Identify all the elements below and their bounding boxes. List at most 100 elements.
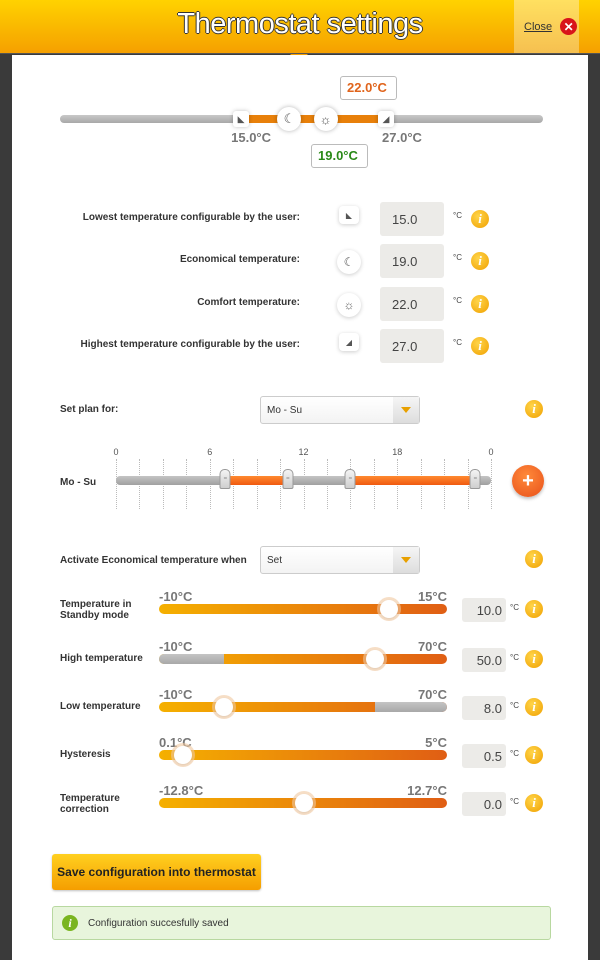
info-icon[interactable]: i — [471, 295, 489, 313]
info-icon[interactable]: i — [471, 337, 489, 355]
parameter-slider-track[interactable] — [159, 750, 447, 760]
hour-label: 0 — [488, 447, 494, 457]
sun-icon: ☼ — [319, 111, 332, 127]
close-x-icon[interactable]: ✕ — [560, 18, 578, 35]
lowest-temp-label: 15.0°C — [231, 130, 272, 145]
parameter-label: Temperature in Standby mode — [60, 599, 132, 621]
info-icon[interactable]: i — [525, 746, 543, 764]
unit-label: °C — [510, 749, 519, 758]
hour-label: 12 — [298, 447, 309, 457]
parameter-slider-track[interactable] — [159, 654, 447, 664]
comfort-period[interactable] — [225, 476, 288, 485]
info-icon[interactable]: i — [525, 600, 543, 618]
parameter-slider-thumb[interactable] — [173, 746, 192, 764]
moon-icon: ☾ — [283, 111, 296, 126]
comfort-temp-handle[interactable]: ☼ — [313, 107, 338, 131]
slider-max-label: 5°C — [425, 735, 447, 750]
unit-label: °C — [510, 603, 519, 612]
unit-label: °C — [453, 296, 462, 305]
unit-label: °C — [510, 797, 519, 806]
info-icon[interactable]: i — [525, 698, 543, 716]
parameter-slider-thumb[interactable] — [380, 600, 399, 618]
slider-min-label: -10°C — [159, 589, 193, 604]
schedule-timeline[interactable]: 0 6 12 18 0 = = = = — [113, 447, 494, 517]
add-period-button[interactable]: + — [512, 465, 544, 497]
status-text: Configuration succesfully saved — [88, 917, 229, 929]
dropdown-arrow-icon — [393, 397, 419, 423]
parameter-value-input[interactable]: 8.0 — [462, 696, 506, 720]
header: Thermostat settings Close ✕ — [0, 0, 600, 54]
parameter-label: Temperature correction — [60, 793, 120, 815]
highest-temp-handle[interactable]: ◢ — [378, 111, 395, 127]
highest-temp-row: Highest temperature configurable by the … — [12, 329, 588, 363]
period-handle[interactable]: = — [469, 469, 481, 489]
parameter-value-input[interactable]: 0.5 — [462, 744, 506, 768]
parameter-slider-track[interactable] — [159, 702, 447, 712]
period-handle[interactable]: = — [282, 469, 294, 489]
save-configuration-button[interactable]: Save configuration into thermostat — [52, 854, 261, 890]
info-icon[interactable]: i — [525, 400, 543, 418]
hour-label: 18 — [392, 447, 403, 457]
slider-max-label: 70°C — [417, 639, 447, 654]
economical-temp-input[interactable]: 19.0 — [380, 244, 444, 278]
eco-activation-select[interactable]: Set — [260, 546, 420, 574]
parameter-value-input[interactable]: 50.0 — [462, 648, 506, 672]
info-icon: i — [62, 915, 78, 931]
slider-max-label: 70°C — [417, 687, 447, 702]
slider-min-label: -12.8°C — [159, 783, 204, 798]
settings-panel: ◣ ☾ ☼ ◢ 15.0°C 27.0°C 22.0°C 19.0°C Lowe… — [12, 55, 588, 960]
eco-activation-value: Set — [267, 554, 283, 566]
inactive-range — [159, 654, 224, 664]
parameter-label: Low temperature — [60, 701, 141, 712]
inactive-range — [375, 702, 447, 712]
sun-icon: ☼ — [337, 293, 361, 317]
unit-label: °C — [453, 338, 462, 347]
comfort-period[interactable] — [350, 476, 476, 485]
parameter-row: Temperature correction -12.8°C 12.7°C 0.… — [12, 783, 588, 823]
info-icon[interactable]: i — [471, 252, 489, 270]
lowest-temp-input[interactable]: 15.0 — [380, 202, 444, 236]
slider-max-label: 15°C — [417, 589, 447, 604]
close-link[interactable]: Close — [524, 21, 552, 33]
lowest-temp-row: Lowest temperature configurable by the u… — [12, 202, 588, 236]
plan-select-value: Mo - Su — [267, 404, 303, 416]
parameter-row: Hysteresis 0.1°C 5°C 0.5 °C i — [12, 735, 588, 775]
highest-temp-input[interactable]: 27.0 — [380, 329, 444, 363]
period-handle[interactable]: = — [344, 469, 356, 489]
info-icon[interactable]: i — [471, 210, 489, 228]
page-title: Thermostat settings — [177, 8, 423, 40]
slider-min-label: -10°C — [159, 687, 193, 702]
parameter-slider-thumb[interactable] — [366, 650, 384, 668]
info-icon[interactable]: i — [525, 650, 543, 668]
parameter-slider-track[interactable] — [159, 604, 447, 614]
eco-activation-label: Activate Economical temperature when — [60, 555, 247, 566]
info-icon[interactable]: i — [525, 550, 543, 568]
unit-label: °C — [453, 211, 462, 220]
parameter-row: High temperature -10°C 70°C 50.0 °C i — [12, 639, 588, 679]
slider-min-label: -10°C — [159, 639, 193, 654]
info-icon[interactable]: i — [525, 794, 543, 812]
close-button[interactable]: Close ✕ — [514, 0, 579, 53]
parameter-row: Temperature in Standby mode -10°C 15°C 1… — [12, 589, 588, 629]
unit-label: °C — [510, 653, 519, 662]
economical-temp-row: Economical temperature: ☾ 19.0 °C i — [12, 244, 588, 278]
parameter-slider-thumb[interactable] — [294, 794, 313, 812]
plan-select[interactable]: Mo - Su — [260, 396, 420, 424]
lowest-temp-label-text: Lowest temperature configurable by the u… — [82, 212, 300, 223]
parameter-value-input[interactable]: 10.0 — [462, 598, 506, 622]
lowest-triangle-icon: ◣ — [339, 206, 359, 224]
grid-line — [491, 459, 492, 509]
comfort-temp-input[interactable]: 22.0 — [380, 287, 444, 321]
status-message: i Configuration succesfully saved — [52, 906, 551, 940]
lowest-temp-handle[interactable]: ◣ — [233, 111, 250, 127]
hour-label: 0 — [113, 447, 119, 457]
slider-max-label: 12.7°C — [407, 783, 447, 798]
highest-triangle-icon: ◢ — [339, 333, 359, 351]
parameter-value-input[interactable]: 0.0 — [462, 792, 506, 816]
parameter-slider-thumb[interactable] — [214, 698, 233, 716]
period-handle[interactable]: = — [219, 469, 231, 489]
comfort-temp-row: Comfort temperature: ☼ 22.0 °C i — [12, 287, 588, 321]
economical-temp-label-text: Economical temperature: — [179, 254, 300, 265]
economical-temp-bubble: 19.0°C — [311, 144, 368, 168]
economical-temp-handle[interactable]: ☾ — [277, 107, 302, 131]
